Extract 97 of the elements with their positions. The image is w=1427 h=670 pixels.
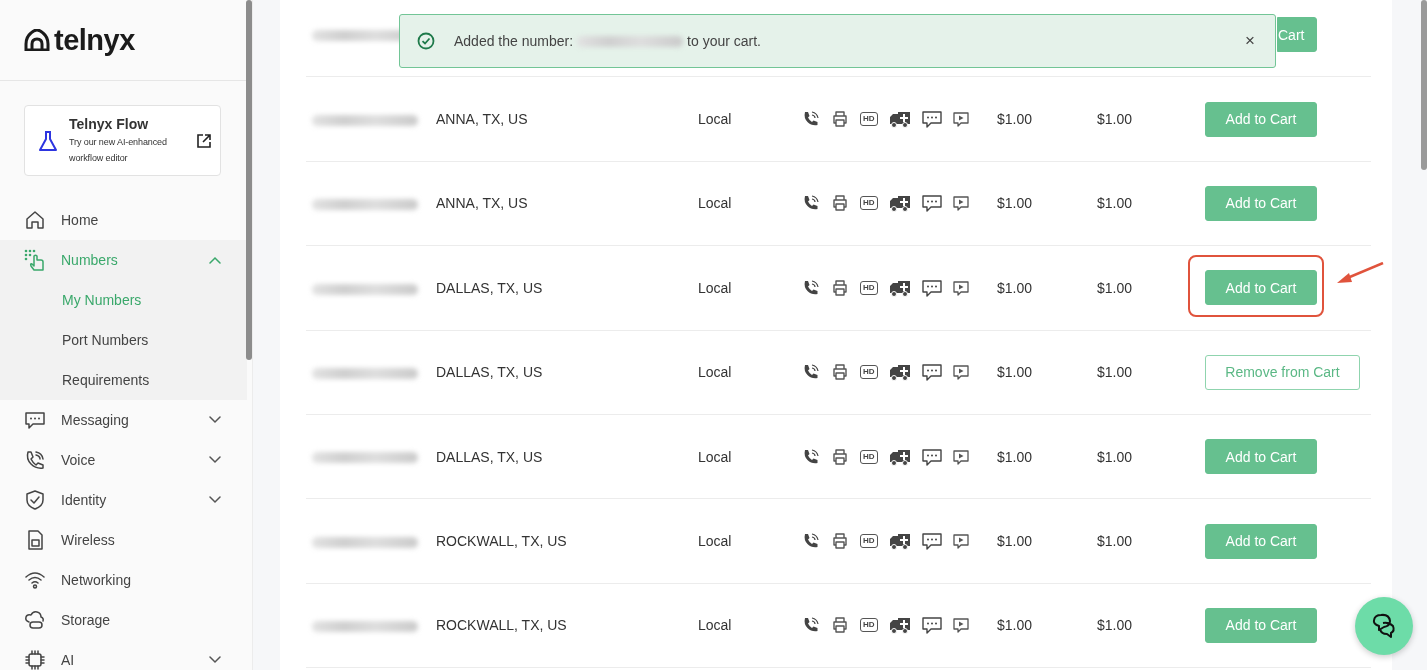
- nav-item[interactable]: Identity: [0, 480, 247, 520]
- hd-icon: HD: [860, 449, 878, 464]
- close-button[interactable]: ×: [1245, 31, 1255, 51]
- price-cell: $1.00: [997, 279, 1033, 296]
- location-cell: DALLAS, TX, US: [436, 279, 543, 296]
- external-link-icon: [196, 132, 212, 149]
- price-cell: $1.00: [1097, 279, 1133, 296]
- location-cell: ANNA, TX, US: [436, 111, 528, 128]
- promo-title: Telnyx Flow: [69, 115, 150, 132]
- hd-icon: HD: [860, 534, 878, 549]
- price-cell: $1.00: [997, 617, 1033, 634]
- price-cell: $1.00: [1097, 448, 1133, 465]
- location-cell: DALLAS, TX, US: [436, 364, 543, 381]
- message-dots-icon: [921, 278, 942, 297]
- phone-wave-icon: [802, 447, 820, 466]
- play-bubble-icon: [952, 533, 969, 550]
- scrollbar-thumb[interactable]: [1421, 0, 1427, 170]
- check-circle-icon: [417, 32, 435, 50]
- price-cell: $1.00: [997, 195, 1033, 212]
- nav-item[interactable]: AI: [0, 640, 247, 670]
- message-dots-icon: [921, 110, 942, 129]
- number-type-cell: Local: [698, 617, 732, 634]
- price-cell: $1.00: [997, 448, 1033, 465]
- number-type-cell: Local: [698, 111, 732, 128]
- location-cell: ROCKWALL, TX, US: [436, 533, 567, 550]
- nav-item[interactable]: Home: [0, 200, 247, 240]
- printer-icon: [831, 616, 849, 635]
- phone-wave-icon: [802, 278, 820, 297]
- hd-icon: HD: [860, 196, 878, 211]
- ambulance-icon: [888, 278, 911, 297]
- printer-icon: [831, 194, 849, 213]
- price-cell: $1.00: [1097, 533, 1133, 550]
- location-cell: DALLAS, TX, US: [436, 448, 543, 465]
- shield-check-icon: [24, 489, 46, 511]
- price-cell: $1.00: [1097, 111, 1133, 128]
- location-cell: ANNA, TX, US: [436, 195, 528, 212]
- price-cell: $1.00: [997, 364, 1033, 381]
- toast-message: to your cart.: [687, 33, 761, 49]
- phone-icon: [24, 449, 46, 471]
- keypad-hand-icon: [24, 249, 46, 271]
- number-type-cell: Local: [698, 448, 732, 465]
- number-type-cell: Local: [698, 533, 732, 550]
- toast-message: Added the number:: [454, 33, 574, 49]
- message-dots-icon: [921, 532, 942, 551]
- chat-bubble-icon: [24, 409, 46, 431]
- message-dots-icon: [921, 363, 942, 382]
- ambulance-icon: [888, 447, 911, 466]
- ambulance-icon: [888, 616, 911, 635]
- scrollbar-thumb[interactable]: [246, 0, 252, 360]
- nav-item[interactable]: Storage: [0, 600, 247, 640]
- ambulance-icon: [888, 194, 911, 213]
- play-bubble-icon: [952, 279, 969, 296]
- printer-icon: [831, 110, 849, 129]
- printer-icon: [831, 447, 849, 466]
- ambulance-icon: [888, 532, 911, 551]
- promo-card[interactable]: Telnyx Flow Try our new AI-enhanced workflow editor: [24, 105, 221, 176]
- hd-icon: HD: [860, 618, 878, 633]
- price-cell: $1.00: [1097, 364, 1133, 381]
- logo-icon: [24, 29, 50, 51]
- ambulance-icon: [888, 363, 911, 382]
- play-bubble-icon: [952, 111, 969, 128]
- nav-item[interactable]: Networking: [0, 560, 247, 600]
- price-cell: $1.00: [997, 111, 1033, 128]
- ambulance-icon: [888, 110, 911, 129]
- flask-icon: [37, 129, 59, 152]
- number-type-cell: Local: [698, 279, 732, 296]
- printer-icon: [831, 532, 849, 551]
- hd-icon: HD: [860, 365, 878, 380]
- hd-icon: HD: [860, 280, 878, 295]
- play-bubble-icon: [952, 617, 969, 634]
- price-cell: $1.00: [1097, 195, 1133, 212]
- play-bubble-icon: [952, 364, 969, 381]
- number-type-cell: Local: [698, 195, 732, 212]
- chip-icon: [24, 649, 46, 670]
- logo-wordmark: telnyx: [54, 23, 135, 57]
- play-bubble-icon: [952, 448, 969, 465]
- home-icon: [24, 209, 46, 231]
- price-cell: $1.00: [1097, 617, 1133, 634]
- nav-item[interactable]: Voice: [0, 440, 247, 480]
- price-cell: $1.00: [997, 533, 1033, 550]
- wifi-icon: [24, 569, 46, 591]
- printer-icon: [831, 363, 849, 382]
- nav-item[interactable]: Wireless: [0, 520, 247, 560]
- chat-support-button[interactable]: [1355, 597, 1413, 655]
- hd-icon: HD: [860, 112, 878, 127]
- number-type-cell: Local: [698, 364, 732, 381]
- promo-text: Try our new AI-enhanced workflow editor: [69, 135, 168, 165]
- message-dots-icon: [921, 616, 942, 635]
- nav-item[interactable]: Messaging: [0, 400, 247, 440]
- location-cell: ROCKWALL, TX, US: [436, 617, 567, 634]
- nav-subitem[interactable]: Port Numbers: [0, 320, 247, 360]
- cloud-storage-icon: [24, 609, 46, 631]
- play-bubble-icon: [952, 195, 969, 212]
- printer-icon: [831, 278, 849, 297]
- nav-subitem[interactable]: Requirements: [0, 360, 247, 400]
- message-dots-icon: [921, 447, 942, 466]
- message-dots-icon: [921, 194, 942, 213]
